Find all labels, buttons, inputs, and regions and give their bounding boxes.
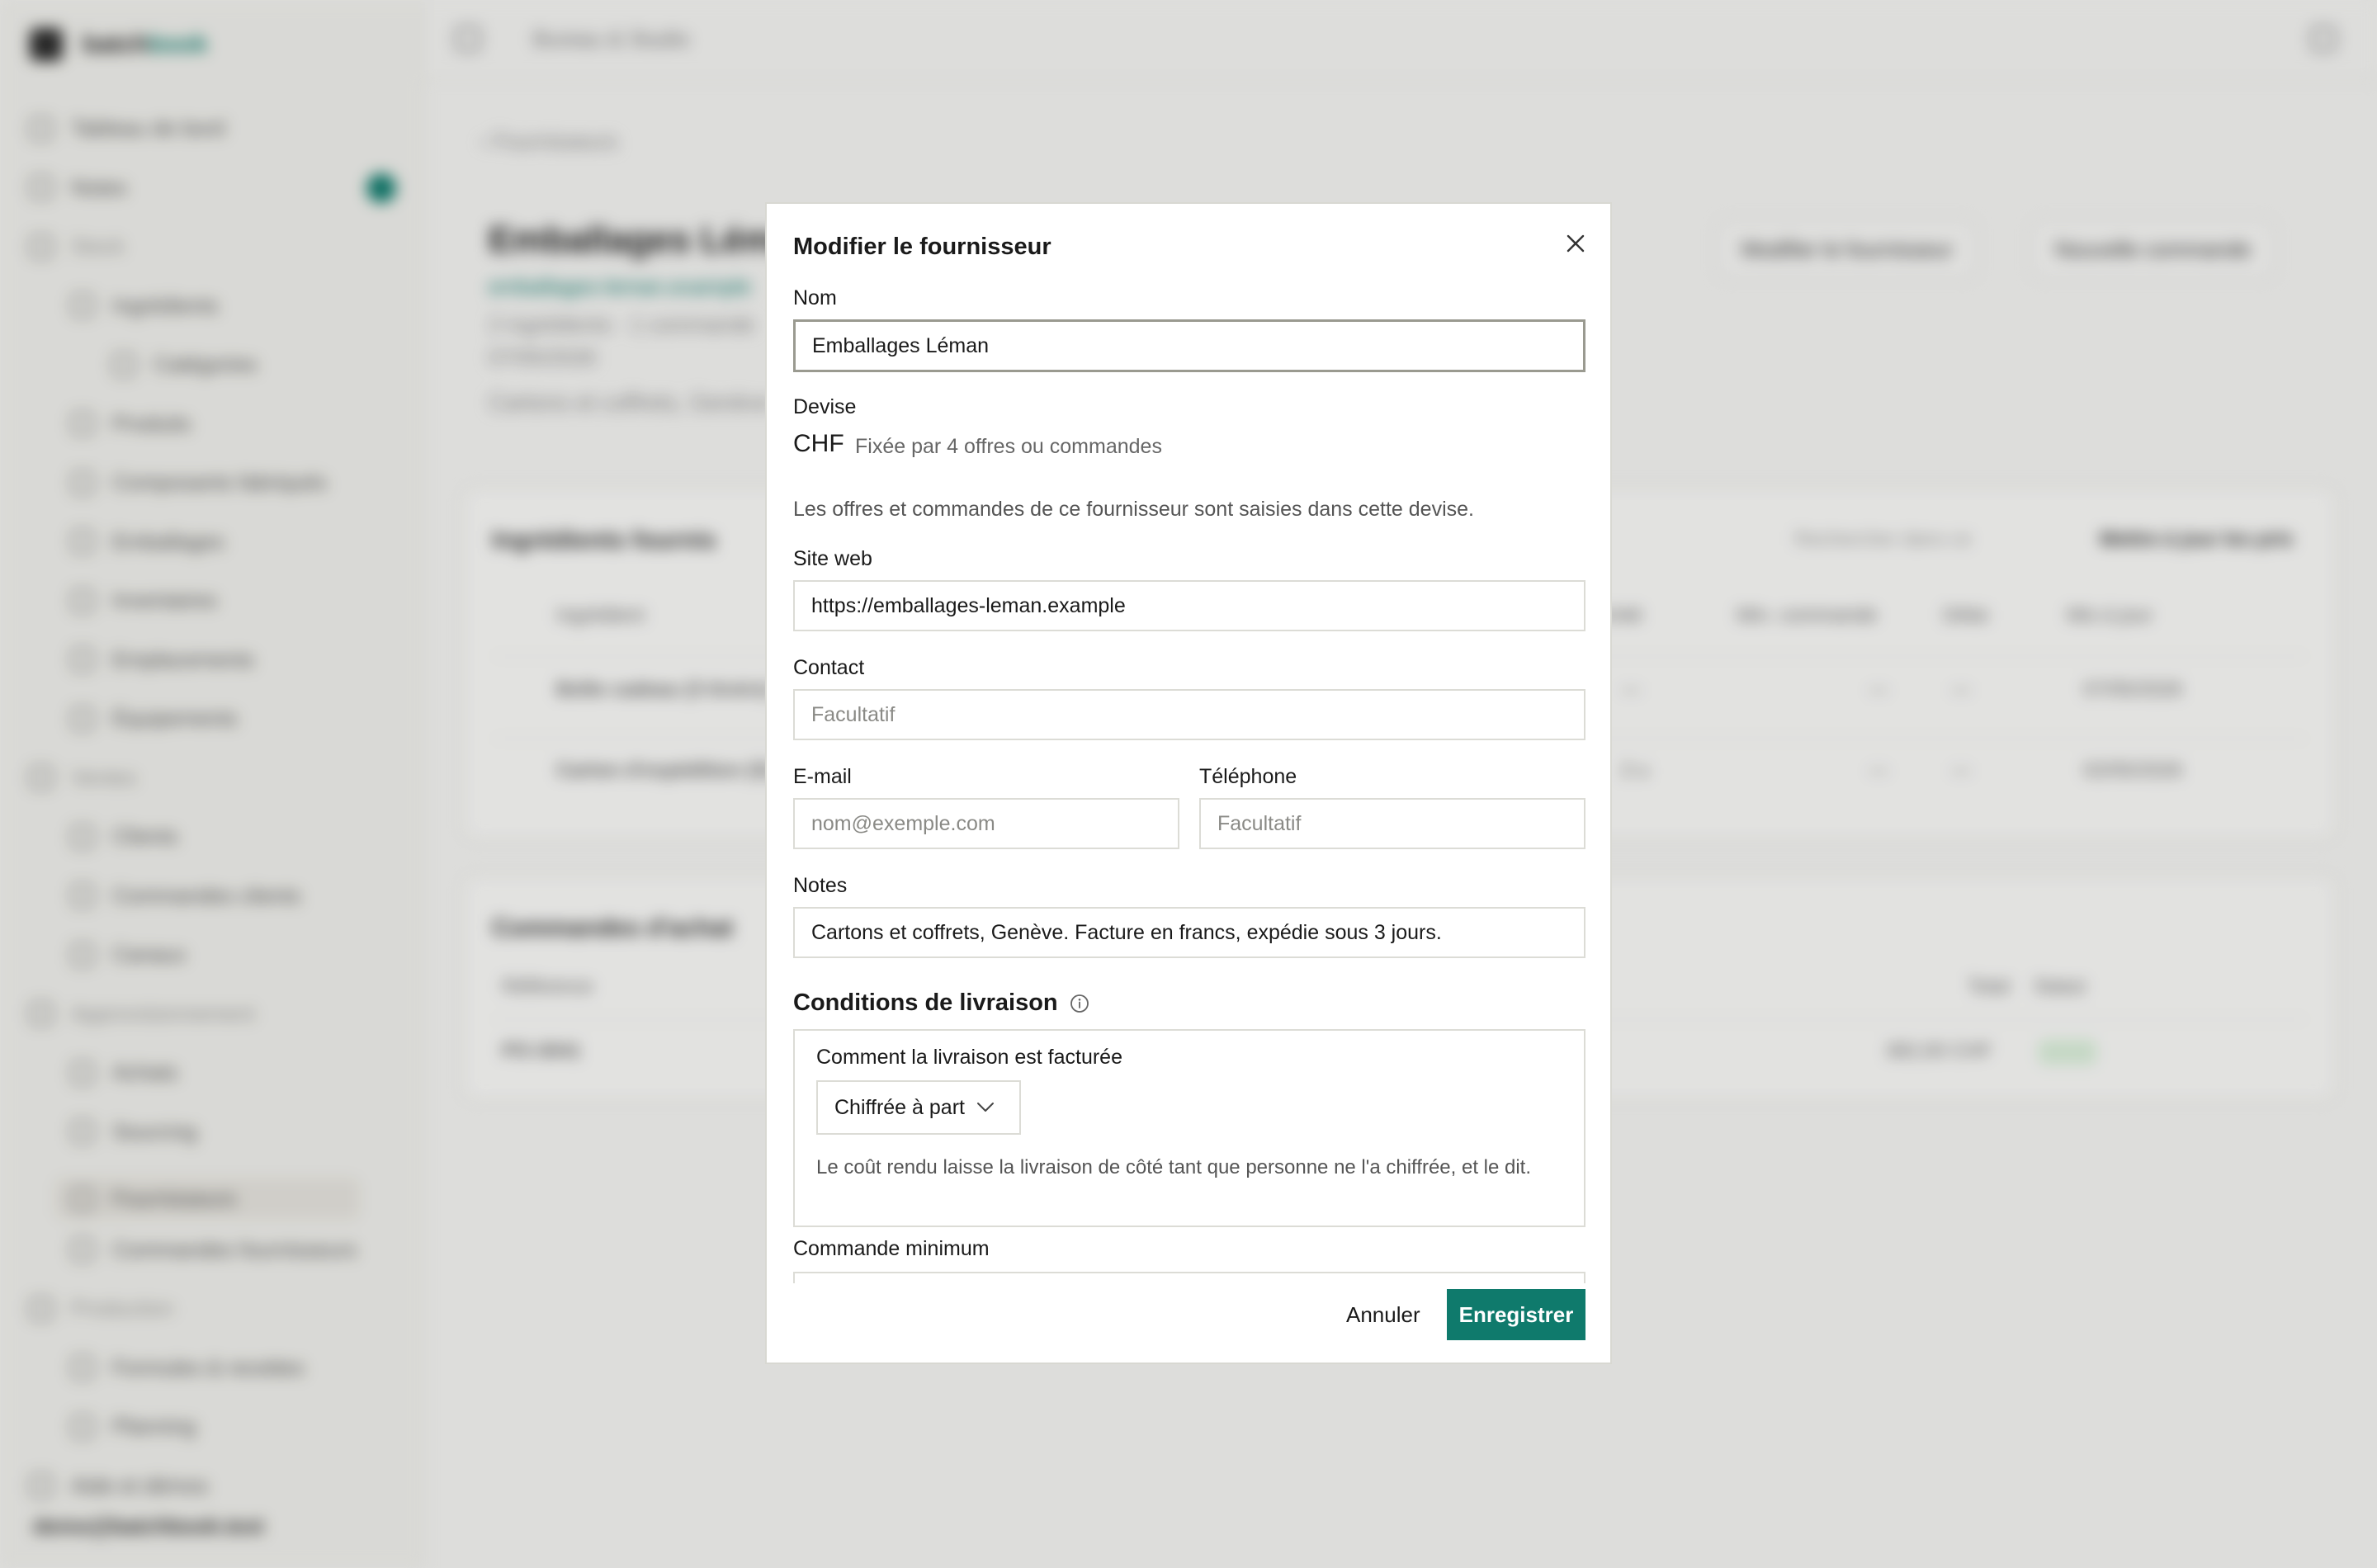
name-input[interactable]: [793, 319, 1585, 372]
close-button[interactable]: [1561, 229, 1590, 258]
currency-lock-note: Fixée par 4 offres ou commandes: [855, 435, 1162, 458]
currency-help-text: Les offres et commandes de ce fournisseu…: [793, 498, 1474, 521]
edit-supplier-dialog: Modifier le fournisseur Nom Devise CHF F…: [765, 202, 1612, 1364]
close-icon: [1567, 234, 1585, 253]
notes-input[interactable]: [793, 907, 1585, 958]
website-label: Site web: [793, 547, 872, 570]
currency-label: Devise: [793, 395, 857, 418]
info-icon[interactable]: [1070, 994, 1089, 1013]
save-button[interactable]: Enregistrer: [1447, 1289, 1585, 1340]
delivery-help-text: Le coût rendu laisse la livraison de côt…: [816, 1156, 1532, 1178]
contact-input[interactable]: [793, 689, 1585, 740]
delivery-conditions-box: Comment la livraison est facturée Chiffr…: [793, 1029, 1585, 1227]
min-order-label: Commande minimum: [793, 1237, 990, 1260]
min-order-input[interactable]: [793, 1272, 1585, 1283]
contact-label: Contact: [793, 656, 865, 679]
chevron-down-icon: [976, 1103, 994, 1112]
name-label: Nom: [793, 286, 837, 309]
delivery-billing-value: Chiffrée à part: [834, 1095, 965, 1119]
phone-label: Téléphone: [1199, 765, 1297, 788]
delivery-section-title: Conditions de livraison: [793, 989, 1089, 1017]
email-label: E-mail: [793, 765, 852, 788]
phone-input[interactable]: [1199, 798, 1585, 849]
delivery-billing-label: Comment la livraison est facturée: [816, 1046, 1122, 1069]
email-input[interactable]: [793, 798, 1179, 849]
cancel-button[interactable]: Annuler: [1328, 1290, 1439, 1339]
delivery-billing-select[interactable]: Chiffrée à part: [816, 1080, 1021, 1135]
delivery-title-text: Conditions de livraison: [793, 989, 1058, 1016]
dialog-title: Modifier le fournisseur: [793, 234, 1051, 260]
notes-label: Notes: [793, 874, 848, 897]
currency-code: CHF: [793, 430, 844, 457]
website-input[interactable]: [793, 580, 1585, 631]
